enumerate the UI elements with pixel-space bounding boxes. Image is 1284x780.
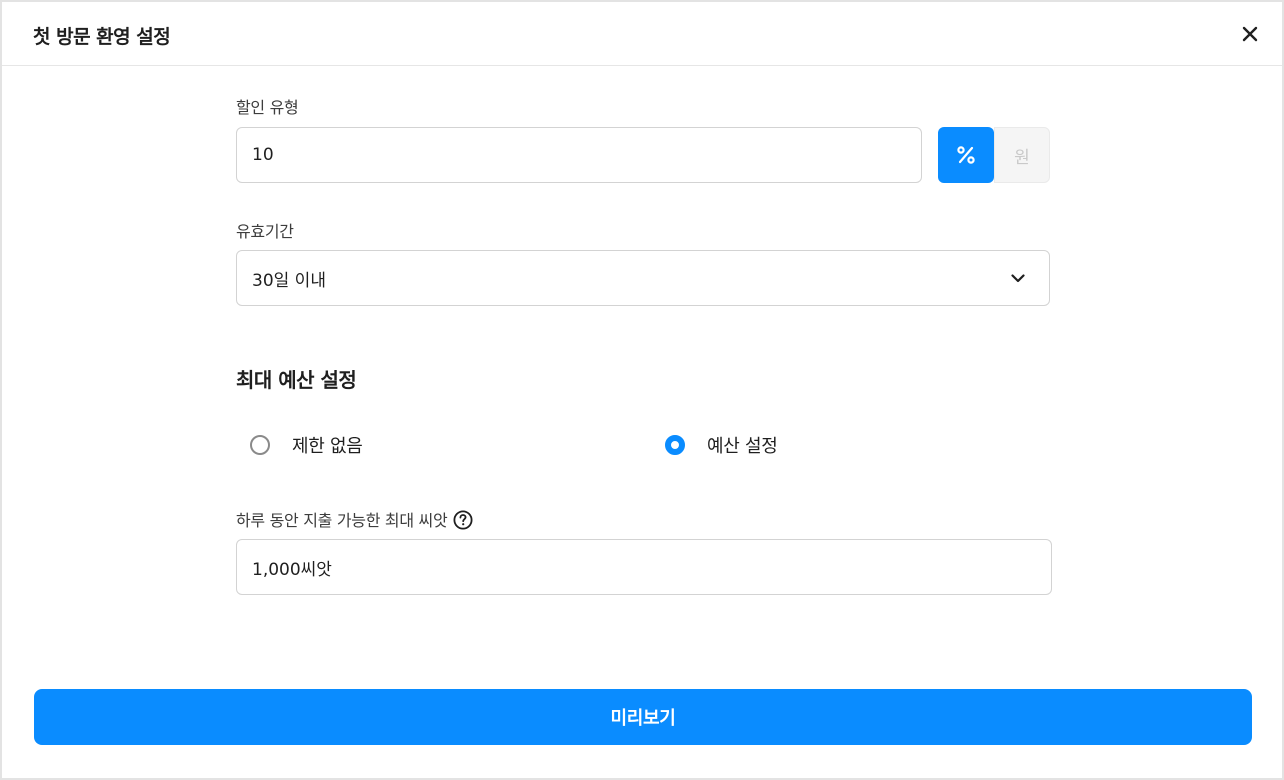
- radio-set-budget-indicator: [665, 435, 685, 455]
- daily-max-value: 1,000씨앗: [252, 559, 332, 580]
- dialog-header: 첫 방문 환영 설정: [2, 2, 1282, 66]
- question-circle-icon[interactable]: [453, 510, 473, 530]
- unit-won-button[interactable]: 원: [994, 127, 1050, 183]
- welcome-settings-dialog: 첫 방문 환영 설정 할인 유형 10 원 유효기간 30일 이내 최대 예산 …: [0, 0, 1284, 780]
- radio-no-limit[interactable]: 제한 없음: [250, 432, 363, 458]
- dialog-title: 첫 방문 환영 설정: [33, 26, 171, 48]
- unit-won-label: 원: [1014, 147, 1030, 168]
- radio-set-budget-label: 예산 설정: [707, 436, 778, 457]
- percent-icon: [957, 146, 975, 164]
- chevron-down-icon: [1011, 274, 1025, 283]
- close-button[interactable]: [1238, 22, 1262, 46]
- daily-max-label: 하루 동안 지출 가능한 최대 씨앗: [236, 511, 448, 530]
- validity-select[interactable]: 30일 이내: [236, 250, 1050, 306]
- validity-selected-value: 30일 이내: [252, 270, 326, 291]
- validity-label: 유효기간: [236, 222, 294, 241]
- budget-section-title: 최대 예산 설정: [236, 368, 357, 392]
- daily-max-label-row: 하루 동안 지출 가능한 최대 씨앗: [236, 507, 473, 531]
- unit-percent-button[interactable]: [938, 127, 994, 183]
- radio-set-budget[interactable]: 예산 설정: [665, 432, 778, 458]
- discount-value-text: 10: [252, 145, 274, 165]
- discount-type-label: 할인 유형: [236, 98, 299, 117]
- daily-max-input[interactable]: 1,000씨앗: [236, 539, 1052, 595]
- close-icon: [1242, 26, 1258, 42]
- radio-no-limit-indicator: [250, 435, 270, 455]
- discount-value-input[interactable]: 10: [236, 127, 922, 183]
- radio-no-limit-label: 제한 없음: [292, 436, 363, 457]
- preview-button-label: 미리보기: [610, 708, 676, 729]
- preview-button[interactable]: 미리보기: [34, 689, 1252, 745]
